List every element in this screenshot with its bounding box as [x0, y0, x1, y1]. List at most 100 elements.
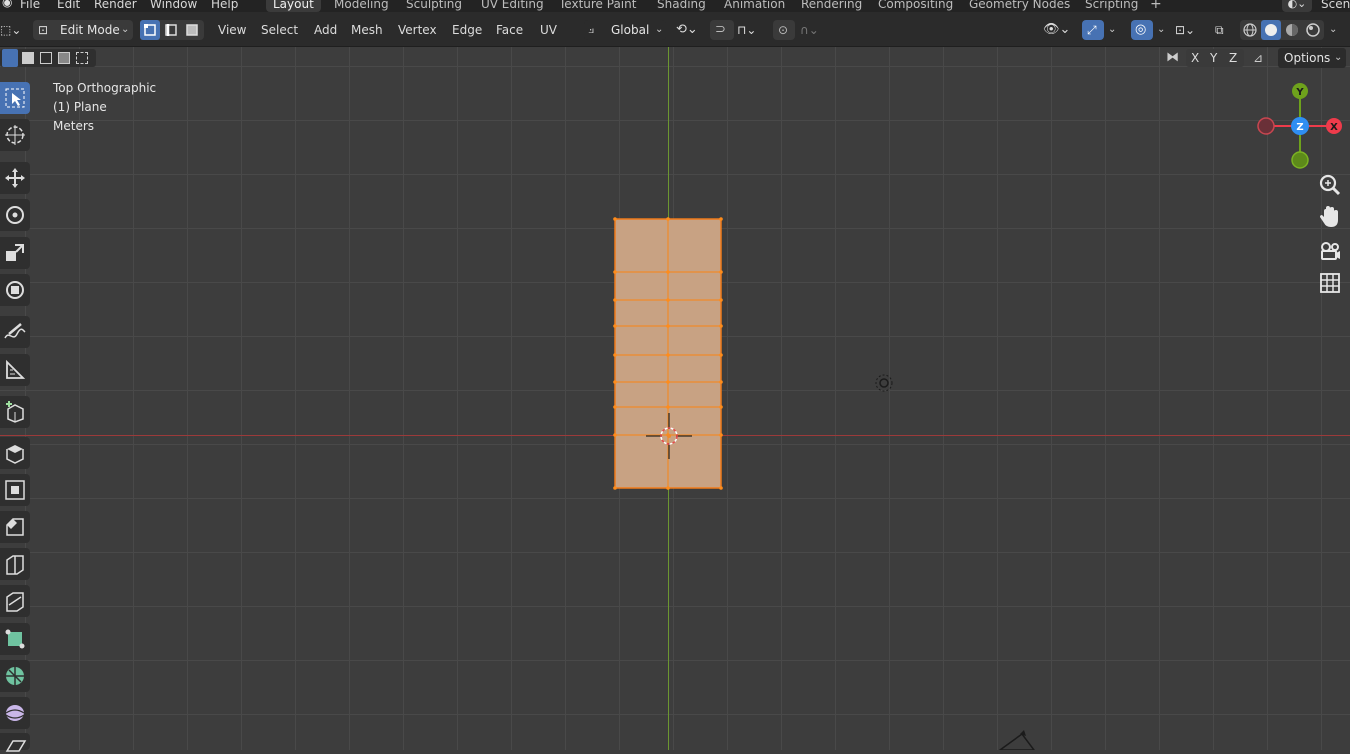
tab-texture-paint[interactable]: Texture Paint	[559, 0, 636, 12]
tool-cursor[interactable]	[0, 119, 30, 151]
gizmo-y-negative[interactable]	[1291, 151, 1309, 169]
camera-view-button[interactable]	[1316, 237, 1344, 265]
tool-transform[interactable]	[0, 274, 30, 306]
tool-poly-build[interactable]	[0, 623, 30, 655]
vertex-select-button[interactable]	[140, 20, 160, 40]
tool-smooth[interactable]	[0, 697, 30, 729]
menu-edit[interactable]: Edit	[57, 0, 80, 12]
snap-target-icon[interactable]: ⊓⌄	[737, 20, 756, 40]
3d-cursor-icon[interactable]	[646, 413, 692, 459]
axis-z-toggle[interactable]: Z	[1229, 49, 1237, 67]
menu-file[interactable]: File	[20, 0, 40, 12]
chevron-down-icon[interactable]: ⌄	[1157, 20, 1165, 40]
tool-add-cube[interactable]	[0, 396, 30, 428]
proportional-edit-icon: ⊙	[778, 23, 789, 37]
blender-logo-icon[interactable]: ◉	[2, 0, 12, 9]
tool-settings-row: ⧓ X Y Z ⊿ Options ⌄	[0, 46, 1350, 70]
tab-rendering[interactable]: Rendering	[801, 0, 862, 12]
ortho-toggle-button[interactable]	[1316, 269, 1344, 297]
knife-icon	[6, 592, 24, 612]
menu-select[interactable]: Select	[261, 20, 298, 40]
tool-bevel[interactable]	[0, 511, 30, 543]
overlays-toggle[interactable]: ◎	[1131, 20, 1153, 40]
menu-add[interactable]: Add	[314, 20, 337, 40]
tab-layout[interactable]: Layout	[266, 0, 321, 12]
face-select-button[interactable]	[182, 20, 202, 40]
scene-selector-icon[interactable]: ◐⌄	[1282, 0, 1312, 12]
tool-shear[interactable]	[0, 733, 30, 752]
chevron-down-icon: ⌄	[655, 24, 664, 35]
tab-animation[interactable]: Animation	[724, 0, 785, 12]
cursor-icon	[5, 125, 25, 145]
tool-extrude-region[interactable]	[0, 437, 30, 469]
material-shading-button[interactable]	[1282, 20, 1302, 40]
menu-view[interactable]: View	[218, 20, 246, 40]
tool-select-box[interactable]	[0, 82, 30, 114]
tool-move[interactable]	[0, 162, 30, 194]
tab-compositing[interactable]: Compositing	[878, 0, 953, 12]
gizmo-z-label: Z	[1296, 122, 1303, 133]
tool-annotate[interactable]	[0, 316, 30, 348]
camera-object-icon[interactable]	[992, 728, 1042, 750]
gizmo-x-label: X	[1330, 122, 1338, 133]
menu-mesh[interactable]: Mesh	[351, 20, 383, 40]
mesh-edit-overlays-icon[interactable]: ⊡⌄	[1175, 20, 1195, 40]
gizmo-x-negative[interactable]	[1257, 117, 1275, 135]
chevron-down-icon[interactable]: ⌄	[1108, 20, 1116, 40]
tab-modeling[interactable]: Modeling	[334, 0, 389, 12]
tool-rotate[interactable]	[0, 199, 30, 231]
tool-scale[interactable]	[0, 237, 30, 269]
tab-geometry-nodes[interactable]: Geometry Nodes	[969, 0, 1070, 12]
pan-button[interactable]	[1316, 203, 1344, 231]
menu-face[interactable]: Face	[496, 20, 523, 40]
solid-shading-button[interactable]	[1261, 20, 1281, 40]
light-object-icon[interactable]	[872, 371, 896, 395]
menu-uv[interactable]: UV	[540, 20, 557, 40]
auto-merge-icon[interactable]: ⊿	[1253, 49, 1263, 67]
select-subtract-icon[interactable]	[40, 52, 52, 64]
add-workspace-icon[interactable]: +	[1150, 0, 1162, 12]
options-dropdown[interactable]: Options ⌄	[1278, 48, 1346, 68]
tab-sculpting[interactable]: Sculpting	[406, 0, 462, 12]
menu-help[interactable]: Help	[211, 0, 238, 12]
snap-toggle[interactable]: ⊃	[710, 20, 734, 40]
edge-select-button[interactable]	[161, 20, 181, 40]
tool-measure[interactable]	[0, 354, 30, 386]
falloff-icon[interactable]: ∩⌄	[800, 20, 819, 40]
pivot-point-icon[interactable]: ⟲⌄	[676, 20, 698, 40]
axis-y-toggle[interactable]: Y	[1210, 49, 1217, 67]
visibility-icon[interactable]: 👁⌄	[1043, 20, 1070, 40]
select-invert-icon[interactable]	[58, 52, 70, 64]
rendered-shading-button[interactable]	[1303, 20, 1323, 40]
solid-sphere-icon	[1265, 24, 1277, 36]
tool-inset-faces[interactable]	[0, 474, 30, 506]
tab-scripting[interactable]: Scripting	[1085, 0, 1138, 12]
scene-name[interactable]: Scen	[1321, 0, 1350, 12]
tool-spin[interactable]	[0, 660, 30, 692]
transform-orientation-selector[interactable]: ⟓ Global ⌄	[584, 20, 666, 40]
editor-type-icon[interactable]: ⬚⌄	[0, 20, 26, 40]
mirror-icon[interactable]: ⧓	[1166, 49, 1179, 67]
axis-gizmo[interactable]: Y X Z	[1252, 80, 1350, 172]
mode-selector[interactable]: ⊡ Edit Mode ⌄	[33, 20, 133, 40]
select-intersect-icon[interactable]	[76, 52, 88, 64]
select-extend-icon[interactable]	[22, 52, 34, 64]
xray-toggle-icon[interactable]: ⧉	[1215, 20, 1224, 40]
menu-vertex[interactable]: Vertex	[398, 20, 437, 40]
menu-edge[interactable]: Edge	[452, 20, 482, 40]
select-set-icon[interactable]	[2, 49, 18, 67]
measure-icon	[6, 359, 26, 379]
proportional-edit-toggle[interactable]: ⊙	[773, 20, 795, 40]
menu-window[interactable]: Window	[150, 0, 197, 12]
tool-knife[interactable]	[0, 585, 30, 617]
menu-render[interactable]: Render	[94, 0, 137, 12]
tab-uv-editing[interactable]: UV Editing	[481, 0, 544, 12]
inset-icon	[5, 480, 25, 500]
zoom-button[interactable]	[1316, 171, 1344, 199]
chevron-down-icon[interactable]: ⌄	[1329, 20, 1337, 40]
tab-shading[interactable]: Shading	[657, 0, 706, 12]
tool-loop-cut[interactable]	[0, 548, 30, 580]
gizmo-toggle[interactable]: ⤢	[1082, 20, 1104, 40]
axis-x-toggle[interactable]: X	[1191, 49, 1199, 67]
wireframe-shading-button[interactable]	[1240, 20, 1260, 40]
